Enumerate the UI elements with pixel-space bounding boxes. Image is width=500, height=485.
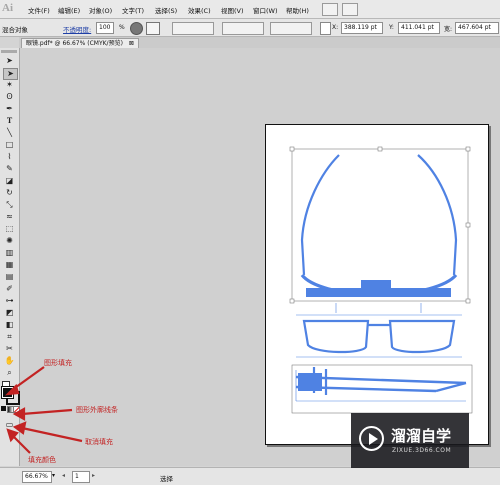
w-label: 宽: (444, 26, 453, 33)
selection-handle (377, 146, 383, 152)
watermark-url: ZIXUE.3D66.COM (392, 447, 452, 454)
side-view-block (298, 373, 322, 391)
menu-file[interactable]: 文件(F) (28, 5, 50, 15)
annotation-stroke: 图形外廓线条 (76, 406, 118, 414)
align-buttons[interactable] (172, 22, 214, 35)
line-tool-icon[interactable]: ╲ (3, 128, 16, 138)
watermark: 溜溜自学 ZIXUE.3D66.COM (351, 413, 469, 468)
rotate-tool-icon[interactable]: ↻ (3, 188, 16, 198)
recolor-icon[interactable] (130, 22, 143, 35)
zoom-tool-icon[interactable]: ⌕ (3, 368, 16, 378)
paintbrush-tool-icon[interactable]: ⌇ (3, 152, 16, 162)
right-lens (388, 319, 456, 354)
column-graph-tool-icon[interactable]: ▥ (3, 248, 16, 258)
reference-point-icon[interactable] (320, 22, 331, 35)
annotation-none: 取消填充 (85, 438, 113, 446)
menu-view[interactable]: 视图(V) (221, 5, 244, 15)
selection-tool-icon[interactable]: ➤ (3, 56, 16, 66)
selection-handle (289, 298, 295, 304)
mesh-tool-icon[interactable]: ▦ (3, 260, 16, 270)
menu-effect[interactable]: 效果(C) (188, 5, 211, 15)
play-logo-icon (359, 426, 384, 451)
panel-grip[interactable] (1, 50, 17, 53)
scale-tool-icon[interactable]: ⤡ (3, 200, 16, 210)
zoom-dropdown-icon[interactable]: ▾ (52, 472, 55, 479)
live-paint-tool-icon[interactable]: ◩ (3, 308, 16, 318)
menu-select[interactable]: 选择(S) (155, 5, 177, 15)
zoom-input[interactable]: 66.67% (22, 471, 52, 483)
menu-window[interactable]: 窗口(W) (253, 5, 278, 15)
selection-handle (289, 146, 295, 152)
pencil-tool-icon[interactable]: ✎ (3, 164, 16, 174)
eyedropper-tool-icon[interactable]: ✐ (3, 284, 16, 294)
right-temple-line (417, 154, 458, 276)
control-bar: 混合对象 不透明度: 100 % X: 388.119 pt Y: 411.04… (0, 19, 500, 37)
x-input[interactable]: 388.119 pt (341, 22, 383, 34)
annotation-fill: 图形填充 (44, 359, 72, 367)
pen-tool-icon[interactable]: ✒ (3, 104, 16, 114)
selection-bounding-box (291, 148, 469, 302)
status-bar: 66.67% ▾ ◂ 1 ▸ 选择 (0, 467, 500, 485)
y-input[interactable]: 411.041 pt (398, 22, 440, 34)
bridge-button[interactable] (322, 3, 338, 16)
transform-buttons[interactable] (270, 22, 312, 35)
menu-help[interactable]: 帮助(H) (286, 5, 309, 15)
style-swatch-icon[interactable] (146, 22, 160, 35)
live-paint-selection-tool-icon[interactable]: ◧ (3, 320, 16, 330)
document-tab-label: 眼镜.pdf* @ 66.67% (CMYK/预览) (26, 40, 123, 47)
lasso-tool-icon[interactable]: ʘ (3, 92, 16, 102)
symbol-sprayer-tool-icon[interactable]: ✺ (3, 236, 16, 246)
fill-swatch[interactable] (1, 386, 14, 399)
eraser-tool-icon[interactable]: ◪ (3, 176, 16, 186)
glasses-artwork[interactable] (266, 125, 488, 444)
menu-bar: Ai 文件(F) 编辑(E) 对象(O) 文字(T) 选择(S) 效果(C) 视… (0, 0, 500, 19)
screen-mode-icon[interactable]: ▭ (3, 420, 16, 430)
opacity-label[interactable]: 不透明度: (63, 24, 91, 34)
menu-text[interactable]: 文字(T) (122, 5, 144, 15)
app-logo: Ai (2, 2, 13, 14)
left-temple-line (300, 154, 340, 276)
rectangle-tool-icon[interactable]: □ (3, 140, 16, 150)
artboard[interactable] (265, 124, 489, 445)
close-tab-icon[interactable]: ⊠ (129, 40, 134, 47)
crop-tool-icon[interactable]: ⌗ (3, 332, 16, 342)
dimension-lines (296, 303, 462, 358)
nose-bridge-block (361, 280, 391, 294)
first-page-icon[interactable]: ◂ (62, 472, 65, 479)
selection-handle (465, 146, 471, 152)
slice-tool-icon[interactable]: ✂ (3, 344, 16, 354)
annotation-fill-color: 填充颜色 (28, 456, 56, 464)
gradient-tool-icon[interactable]: ▤ (3, 272, 16, 282)
opacity-input[interactable]: 100 (96, 22, 114, 34)
type-tool-icon[interactable]: T (3, 116, 16, 126)
menu-object[interactable]: 对象(O) (89, 5, 112, 15)
w-input[interactable]: 467.604 pt (455, 22, 499, 34)
left-lens (302, 319, 370, 354)
direct-selection-tool-icon[interactable]: ➤ (3, 68, 18, 80)
warp-tool-icon[interactable]: ≈ (3, 212, 16, 222)
magic-wand-tool-icon[interactable]: ✶ (3, 80, 16, 90)
page-input[interactable]: 1 (72, 471, 90, 483)
status-mode[interactable]: 选择 (160, 473, 173, 483)
selection-handle (465, 222, 471, 228)
next-page-icon[interactable]: ▸ (92, 472, 95, 479)
color-mode-icon[interactable] (1, 406, 6, 411)
y-label: Y: (389, 24, 394, 31)
hand-tool-icon[interactable]: ✋ (3, 356, 16, 366)
distribute-buttons[interactable] (222, 22, 264, 35)
selection-type-label: 混合对象 (2, 26, 28, 34)
none-mode-icon[interactable] (13, 406, 20, 413)
menu-edit[interactable]: 编辑(E) (58, 5, 80, 15)
x-label: X: (332, 24, 339, 31)
watermark-brand: 溜溜自学 (391, 427, 452, 445)
free-transform-tool-icon[interactable]: ⬚ (3, 224, 16, 234)
blend-tool-icon[interactable]: ⊶ (3, 296, 16, 306)
arrange-documents-button[interactable] (342, 3, 358, 16)
opacity-unit: % (119, 24, 125, 31)
selection-handle (465, 298, 471, 304)
tools-panel: ➤ ➤ ✶ ʘ ✒ T ╲ □ ⌇ ✎ ◪ ↻ ⤡ ≈ ⬚ ✺ ▥ ▦ ▤ ✐ … (0, 48, 20, 466)
